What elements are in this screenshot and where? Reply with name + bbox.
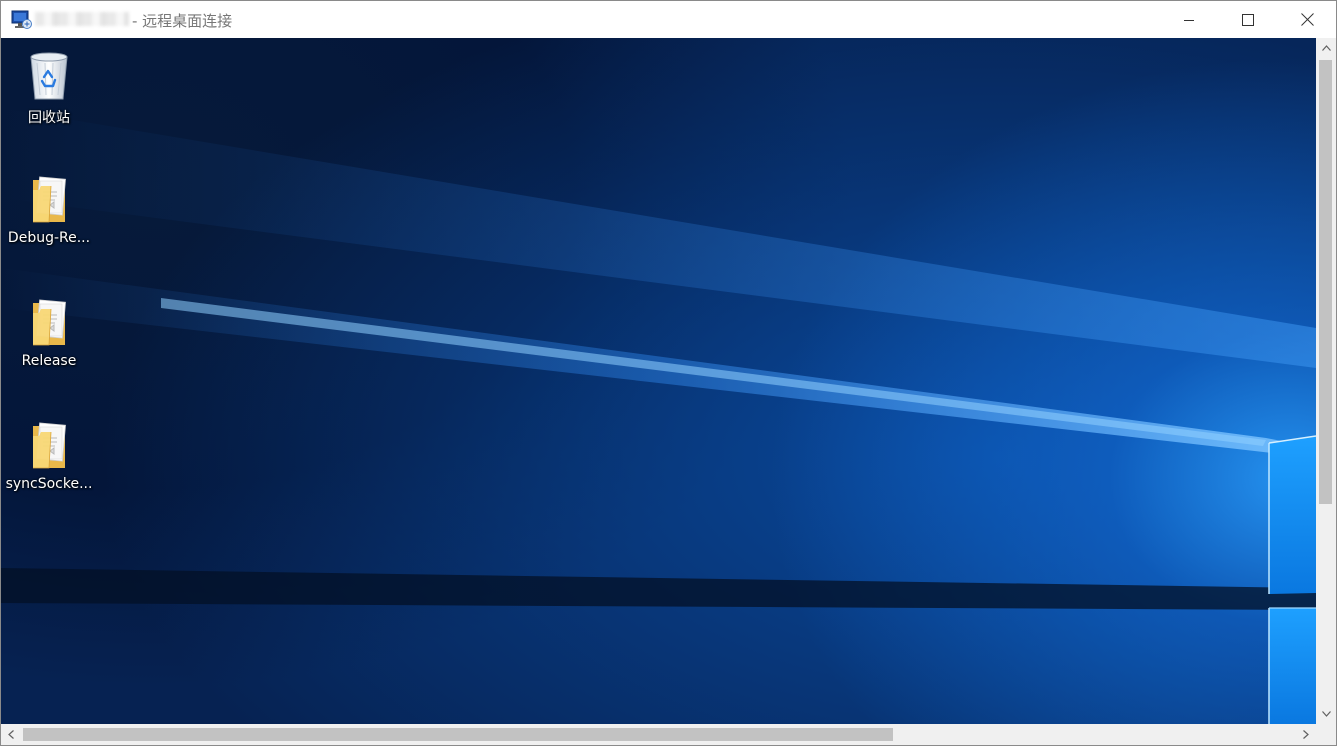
desktop-icon-recycle-bin[interactable]: 回收站 — [3, 47, 95, 127]
minimize-button[interactable] — [1160, 1, 1218, 38]
vertical-scrollbar[interactable] — [1316, 38, 1336, 724]
desktop-icon-release-folder[interactable]: Release — [3, 295, 95, 369]
folder-icon — [33, 422, 66, 469]
window-title: - 远程桌面连接 — [132, 12, 233, 30]
close-button[interactable] — [1278, 1, 1336, 38]
remote-desktop-icon — [11, 10, 32, 29]
recycle-bin-icon — [30, 52, 68, 100]
horizontal-scrollbar[interactable] — [1, 724, 1316, 745]
minimize-icon — [1184, 19, 1194, 21]
title-bar[interactable]: - 远程桌面连接 — [1, 1, 1336, 38]
folder-icon — [33, 299, 66, 346]
debug-folder-label: Debug-Re... — [7, 230, 91, 246]
scrollbar-corner — [1316, 724, 1336, 745]
scroll-left-button[interactable] — [1, 724, 21, 745]
desktop-icon-debug-folder[interactable]: Debug-Re... — [3, 172, 95, 246]
scroll-up-button[interactable] — [1316, 38, 1336, 58]
folder-icon — [33, 176, 66, 223]
syncsocket-folder-label: syncSocke... — [5, 476, 93, 492]
horizontal-scroll-thumb[interactable] — [23, 728, 893, 741]
vertical-scroll-thumb[interactable] — [1319, 60, 1332, 504]
release-folder-label: Release — [21, 353, 77, 369]
scroll-down-button[interactable] — [1316, 704, 1336, 724]
windows-wallpaper — [1, 108, 1316, 724]
chevron-right-icon — [1303, 730, 1309, 739]
close-icon — [1300, 13, 1314, 26]
blurred-computer-name — [35, 12, 129, 26]
desktop-icon-syncsocket-folder[interactable]: syncSocke... — [3, 418, 95, 492]
remote-desktop-window: - 远程桌面连接 回收站 Debug-Re... Release syncSoc… — [0, 0, 1337, 746]
recycle-bin-label: 回收站 — [28, 110, 70, 126]
chevron-down-icon — [1321, 711, 1331, 717]
chevron-left-icon — [8, 730, 14, 739]
maximize-button[interactable] — [1219, 1, 1277, 38]
scroll-right-button[interactable] — [1296, 724, 1316, 745]
chevron-up-icon — [1321, 45, 1331, 51]
maximize-icon — [1242, 13, 1254, 26]
remote-desktop-viewport[interactable]: 回收站 Debug-Re... Release syncSocke... — [1, 38, 1316, 724]
